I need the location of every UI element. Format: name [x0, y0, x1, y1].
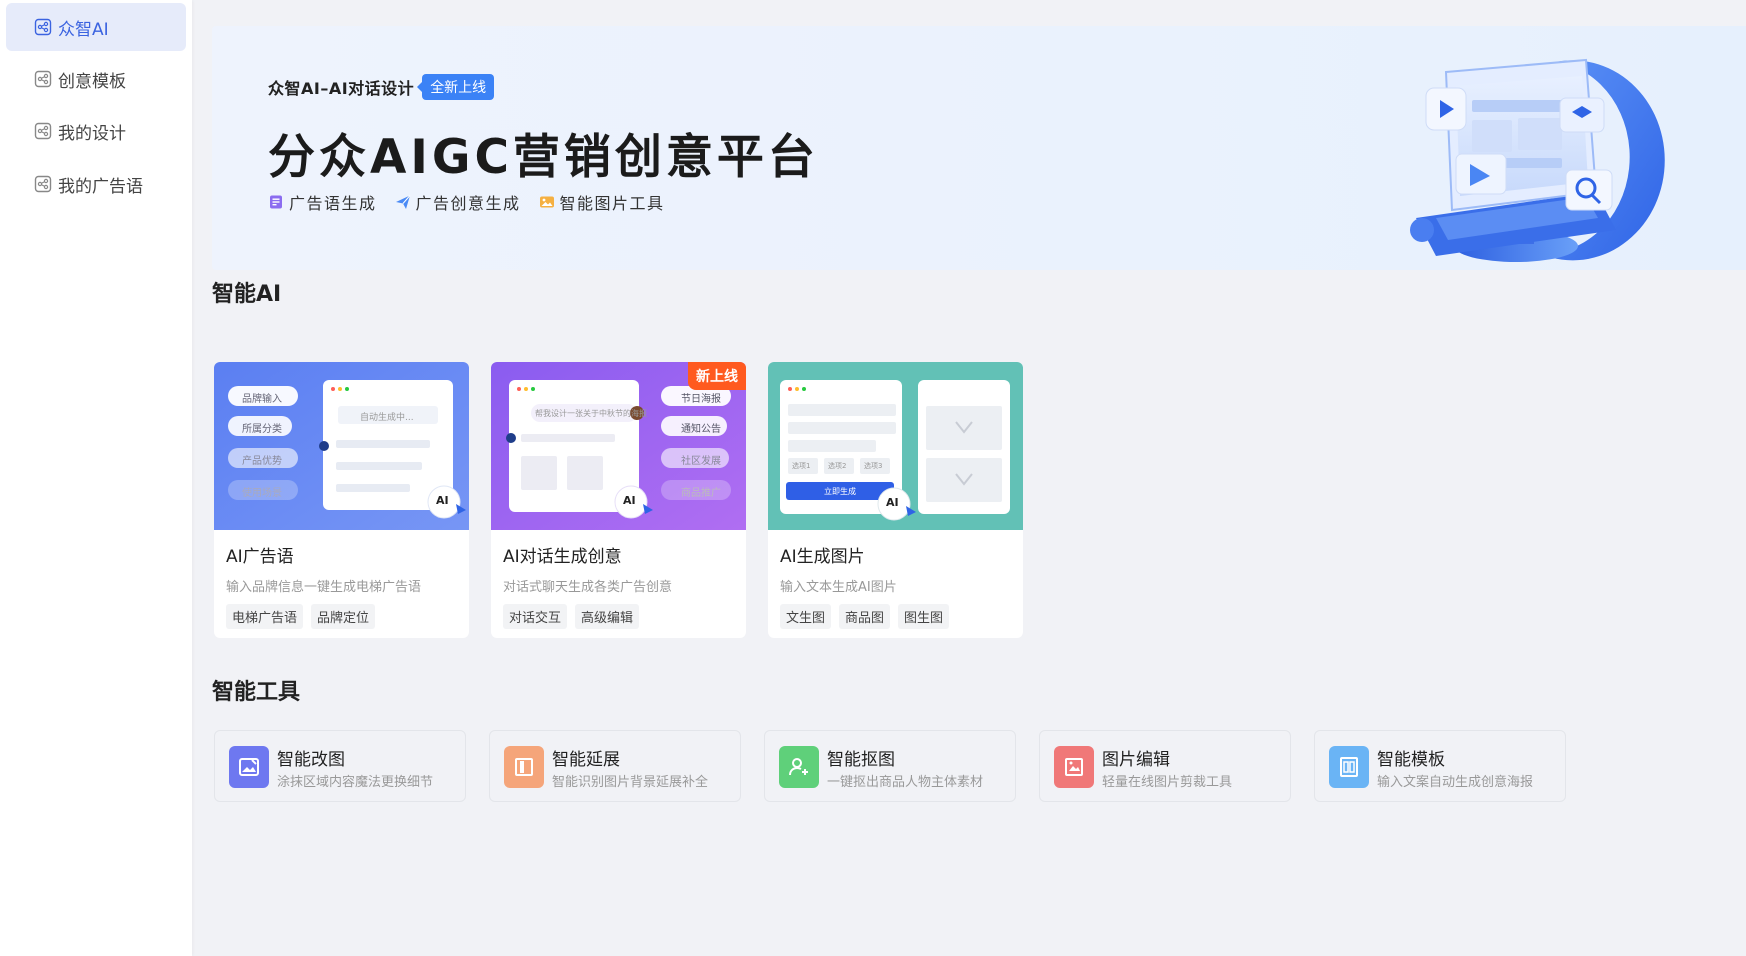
paper-plane-icon	[395, 194, 411, 210]
card-title: AI生成图片	[780, 547, 865, 567]
card-thumbnail: 选项1 选项2 选项3 立即生成 AI	[768, 362, 1023, 530]
card-tags: 文生图 商品图 图生图	[780, 604, 957, 629]
card-thumbnail: 帮我设计一张关于中秋节的海报 节日海报 通知公告 社区发展 商品推广 AI 新上…	[491, 362, 746, 530]
tool-card-smart-edit[interactable]: 智能改图 涂抹区域内容魔法更换细节	[214, 730, 466, 802]
tool-description: 轻量在线图片剪裁工具	[1102, 775, 1233, 790]
thumb-chip: 通知公告	[681, 424, 721, 435]
card-description: 对话式聊天生成各类广告创意	[503, 580, 673, 595]
tool-description: 一键抠出商品人物主体素材	[827, 775, 984, 790]
tool-title: 智能模板	[1377, 750, 1445, 770]
tool-description: 涂抹区域内容魔法更换细节	[277, 775, 434, 790]
tool-title: 图片编辑	[1102, 750, 1170, 770]
banner-illustration	[1386, 42, 1666, 268]
card-description: 输入文本生成AI图片	[780, 580, 897, 595]
feature-item: 智能图片工具	[539, 190, 665, 214]
sidebar-item-my-designs[interactable]: 我的设计	[6, 107, 186, 155]
section-title-tools: 智能工具	[212, 680, 301, 705]
banner-pretitle: 众智AI–AI对话设计	[268, 79, 415, 98]
sidebar-item-label: 创意模板	[58, 71, 126, 92]
card-tag: 品牌定位	[311, 604, 376, 629]
card-tags: 电梯广告语 品牌定位	[226, 604, 383, 629]
thumb-chip: 产品优势	[242, 456, 282, 467]
thumb-input: 自动生成中...	[360, 413, 414, 423]
card-tag: 图生图	[898, 604, 950, 629]
ai-badge: AI	[623, 494, 636, 507]
sidebar-item-templates[interactable]: 创意模板	[6, 55, 186, 103]
feature-item: 广告语生成	[268, 190, 377, 214]
card-thumbnail: 品牌输入 所属分类 产品优势 使用场景 自动生成中... AI	[214, 362, 469, 530]
crop-image-icon	[1054, 746, 1094, 788]
card-tags: 对话交互 高级编辑	[503, 604, 647, 629]
image-icon	[539, 194, 555, 210]
tool-card-image-edit[interactable]: 图片编辑 轻量在线图片剪裁工具	[1039, 730, 1291, 802]
banner-title: 分众AIGC营销创意平台	[268, 130, 819, 185]
expand-icon	[504, 746, 544, 788]
add-person-icon	[779, 746, 819, 788]
ai-card-dialog-creative[interactable]: 帮我设计一张关于中秋节的海报 节日海报 通知公告 社区发展 商品推广 AI 新上…	[491, 362, 746, 638]
tool-title: 智能改图	[277, 750, 345, 770]
banner-header: 众智AI–AI对话设计 全新上线	[268, 74, 495, 100]
share-icon	[34, 122, 52, 140]
card-title: AI广告语	[226, 547, 294, 567]
thumb-chip: 所属分类	[242, 424, 282, 435]
feature-label: 广告语生成	[289, 194, 377, 213]
section-title-ai: 智能AI	[212, 282, 282, 307]
card-tag: 高级编辑	[575, 604, 640, 629]
sidebar-item-my-slogans[interactable]: 我的广告语	[6, 160, 186, 208]
thumb-chip: 社区发展	[681, 456, 721, 467]
thumb-chip: 节日海报	[681, 394, 721, 405]
tool-card-smart-cutout[interactable]: 智能抠图 一键抠出商品人物主体素材	[764, 730, 1016, 802]
card-tag: 商品图	[839, 604, 891, 629]
tool-title: 智能延展	[552, 750, 620, 770]
hero-banner: 众智AI–AI对话设计 全新上线 分众AIGC营销创意平台 广告语生成 广告创意…	[212, 26, 1746, 270]
feature-label: 广告创意生成	[415, 194, 521, 213]
template-icon	[1329, 746, 1369, 788]
card-title: AI对话生成创意	[503, 547, 622, 567]
thumb-chip: 使用场景	[242, 488, 282, 499]
card-description: 输入品牌信息一键生成电梯广告语	[226, 580, 422, 595]
share-icon	[34, 18, 52, 36]
card-tag: 文生图	[780, 604, 832, 629]
card-tag: 电梯广告语	[226, 604, 304, 629]
edit-image-icon	[229, 746, 269, 788]
thumb-input: 帮我设计一张关于中秋节的海报	[535, 409, 647, 418]
sidebar-item-label: 众智AI	[58, 19, 109, 40]
banner-features: 广告语生成 广告创意生成 智能图片工具	[268, 190, 683, 214]
tool-card-smart-extend[interactable]: 智能延展 智能识别图片背景延展补全	[489, 730, 741, 802]
thumb-chip: 选项2	[828, 462, 847, 470]
new-online-badge: 新上线	[688, 362, 746, 390]
sidebar-item-zhongzhi-ai[interactable]: 众智AI	[6, 3, 186, 51]
document-icon	[268, 194, 284, 210]
ai-badge: AI	[886, 496, 899, 509]
main-content: 众智AI–AI对话设计 全新上线 分众AIGC营销创意平台 广告语生成 广告创意…	[192, 0, 1746, 956]
tool-description: 智能识别图片背景延展补全	[552, 775, 709, 790]
card-tag: 对话交互	[503, 604, 568, 629]
sidebar-item-label: 我的广告语	[58, 176, 143, 197]
ai-badge: AI	[436, 494, 449, 507]
tool-description: 输入文案自动生成创意海报	[1377, 775, 1534, 790]
tool-title: 智能抠图	[827, 750, 895, 770]
share-icon	[34, 175, 52, 193]
thumb-chip: 品牌输入	[242, 394, 282, 405]
sidebar: 众智AI 创意模板 我的设计 我的广告语	[0, 0, 192, 956]
sidebar-item-label: 我的设计	[58, 123, 126, 144]
new-badge: 全新上线	[417, 74, 495, 100]
ai-card-image-gen[interactable]: 选项1 选项2 选项3 立即生成 AI AI生成图片 输入文本生成AI图片 文生…	[768, 362, 1023, 638]
thumb-chip: 选项1	[792, 462, 811, 470]
share-icon	[34, 70, 52, 88]
feature-label: 智能图片工具	[559, 194, 665, 213]
thumb-chip: 商品推广	[681, 488, 721, 499]
thumb-chip: 选项3	[864, 462, 883, 470]
tool-card-smart-template[interactable]: 智能模板 输入文案自动生成创意海报	[1314, 730, 1566, 802]
thumb-generate-button: 立即生成	[824, 487, 856, 496]
feature-item: 广告创意生成	[395, 190, 521, 214]
ai-card-slogan[interactable]: 品牌输入 所属分类 产品优势 使用场景 自动生成中... AI AI广告语 输入…	[214, 362, 469, 638]
